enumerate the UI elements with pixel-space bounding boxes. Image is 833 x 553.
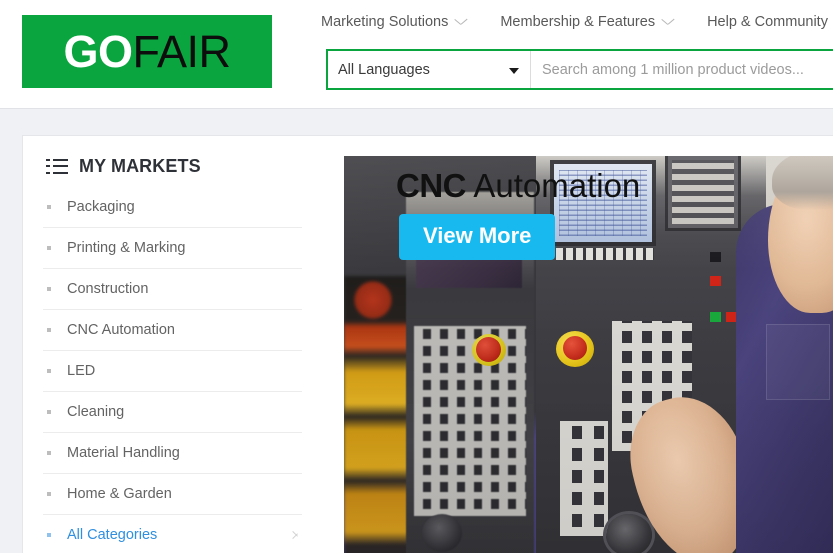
- page-root: GOFAIR Marketing Solutions Membership & …: [0, 0, 833, 553]
- search-bar: All Languages: [326, 49, 833, 90]
- sidebar-item-label: Cleaning: [67, 404, 125, 420]
- banner-title-bold: CNC: [396, 167, 467, 204]
- markets-sidebar: MY MARKETS Packaging Printing & Marking …: [23, 136, 322, 553]
- language-select-value: All Languages: [338, 61, 430, 78]
- caret-down-icon: [509, 67, 519, 74]
- sidebar-item-label: CNC Automation: [67, 322, 175, 338]
- nav-item-label: Membership & Features: [500, 14, 656, 30]
- sidebar-item-cnc-automation[interactable]: CNC Automation: [43, 310, 302, 351]
- primary-navigation: Marketing Solutions Membership & Feature…: [321, 12, 833, 32]
- list-icon: [46, 158, 68, 175]
- view-more-button[interactable]: View More: [399, 214, 556, 260]
- sidebar-item-label: Material Handling: [67, 445, 180, 461]
- sidebar-item-label: Construction: [67, 281, 149, 297]
- sidebar-item-printing-marking[interactable]: Printing & Marking: [43, 228, 302, 269]
- language-select[interactable]: All Languages: [328, 51, 531, 88]
- sidebar-item-label: All Categories: [67, 527, 158, 543]
- site-header: GOFAIR Marketing Solutions Membership & …: [0, 0, 833, 109]
- chevron-down-icon: [455, 19, 466, 26]
- bullet-icon: [47, 328, 51, 332]
- nav-item-help-community[interactable]: Help & Community: [707, 12, 833, 32]
- hero-banner[interactable]: CNC Automation View More: [344, 156, 833, 553]
- nav-item-membership-features[interactable]: Membership & Features: [500, 12, 673, 32]
- sidebar-item-led[interactable]: LED: [43, 351, 302, 392]
- nav-item-marketing-solutions[interactable]: Marketing Solutions: [321, 12, 466, 32]
- sidebar-item-construction[interactable]: Construction: [43, 269, 302, 310]
- chevron-down-icon: [662, 19, 673, 26]
- sidebar-item-label: Home & Garden: [67, 486, 172, 502]
- logo-text-go: GO: [63, 26, 133, 77]
- bullet-icon: [47, 451, 51, 455]
- sidebar-item-all-categories[interactable]: All Categories: [43, 515, 302, 553]
- logo-wordmark: GOFAIR: [63, 26, 231, 77]
- bullet-icon: [47, 205, 51, 209]
- main-content-card: MY MARKETS Packaging Printing & Marking …: [22, 135, 833, 553]
- sidebar-item-label: Packaging: [67, 199, 135, 215]
- markets-list: Packaging Printing & Marking Constructio…: [43, 187, 302, 553]
- markets-title: MY MARKETS: [79, 156, 201, 176]
- sidebar-item-home-garden[interactable]: Home & Garden: [43, 474, 302, 515]
- sidebar-item-label: LED: [67, 363, 96, 379]
- banner-title: CNC Automation: [396, 166, 640, 206]
- nav-item-label: Marketing Solutions: [321, 14, 449, 30]
- sidebar-item-packaging[interactable]: Packaging: [43, 187, 302, 228]
- bullet-icon: [47, 369, 51, 373]
- bullet-icon: [47, 533, 51, 537]
- site-logo[interactable]: GOFAIR: [22, 15, 272, 88]
- bullet-icon: [47, 287, 51, 291]
- logo-text-fair: FAIR: [132, 26, 231, 77]
- nav-item-label: Help & Community: [707, 14, 828, 30]
- banner-title-light: Automation: [466, 167, 641, 204]
- sidebar-item-material-handling[interactable]: Material Handling: [43, 433, 302, 474]
- search-input[interactable]: [531, 51, 833, 88]
- sidebar-item-label: Printing & Marking: [67, 240, 186, 256]
- bullet-icon: [47, 410, 51, 414]
- bullet-icon: [47, 492, 51, 496]
- chevron-right-icon: [293, 530, 300, 540]
- markets-header: MY MARKETS: [43, 136, 302, 178]
- bullet-icon: [47, 246, 51, 250]
- sidebar-item-cleaning[interactable]: Cleaning: [43, 392, 302, 433]
